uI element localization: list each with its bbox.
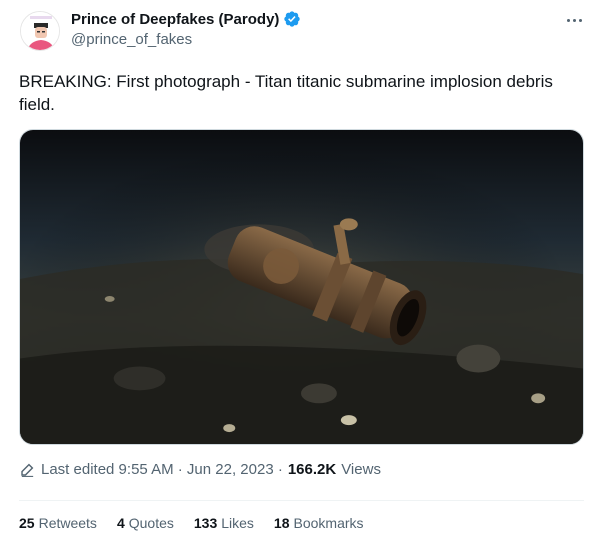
- views-count: 166.2K: [287, 461, 337, 478]
- display-name[interactable]: Prince of Deepfakes (Parody): [71, 11, 279, 28]
- avatar[interactable]: [20, 11, 60, 51]
- more-options-icon[interactable]: [560, 8, 588, 32]
- quotes-count: 4: [116, 515, 125, 531]
- likes-count: 133: [193, 515, 218, 531]
- tweet-text: BREAKING: First photograph - Titan titan…: [19, 72, 553, 114]
- bookmarks-label: Bookmarks: [293, 515, 364, 531]
- quotes-stat[interactable]: 4 Quotes: [117, 515, 174, 531]
- bookmarks-stat[interactable]: 18 Bookmarks: [274, 515, 364, 531]
- divider: [19, 500, 584, 501]
- tweet-image[interactable]: [19, 129, 584, 445]
- engagement-stats: 25 Retweets 4 Quotes 133 Likes 18 Bookma…: [19, 515, 364, 531]
- bookmarks-count: 18: [273, 515, 290, 531]
- pencil-icon[interactable]: [19, 461, 36, 478]
- verified-badge-icon[interactable]: [283, 10, 301, 28]
- quotes-label: Quotes: [128, 515, 174, 531]
- handle[interactable]: @prince_of_fakes: [71, 31, 192, 48]
- edited-timestamp[interactable]: Last edited 9:55 AM · Jun 22, 2023 ·: [41, 461, 283, 478]
- likes-label: Likes: [221, 515, 254, 531]
- tweet: Prince of Deepfakes (Parody) @prince_of_…: [0, 0, 600, 534]
- retweets-stat[interactable]: 25 Retweets: [19, 515, 97, 531]
- retweets-count: 25: [19, 515, 35, 531]
- views-label: Views: [341, 461, 381, 478]
- likes-stat[interactable]: 133 Likes: [194, 515, 254, 531]
- retweets-label: Retweets: [38, 515, 97, 531]
